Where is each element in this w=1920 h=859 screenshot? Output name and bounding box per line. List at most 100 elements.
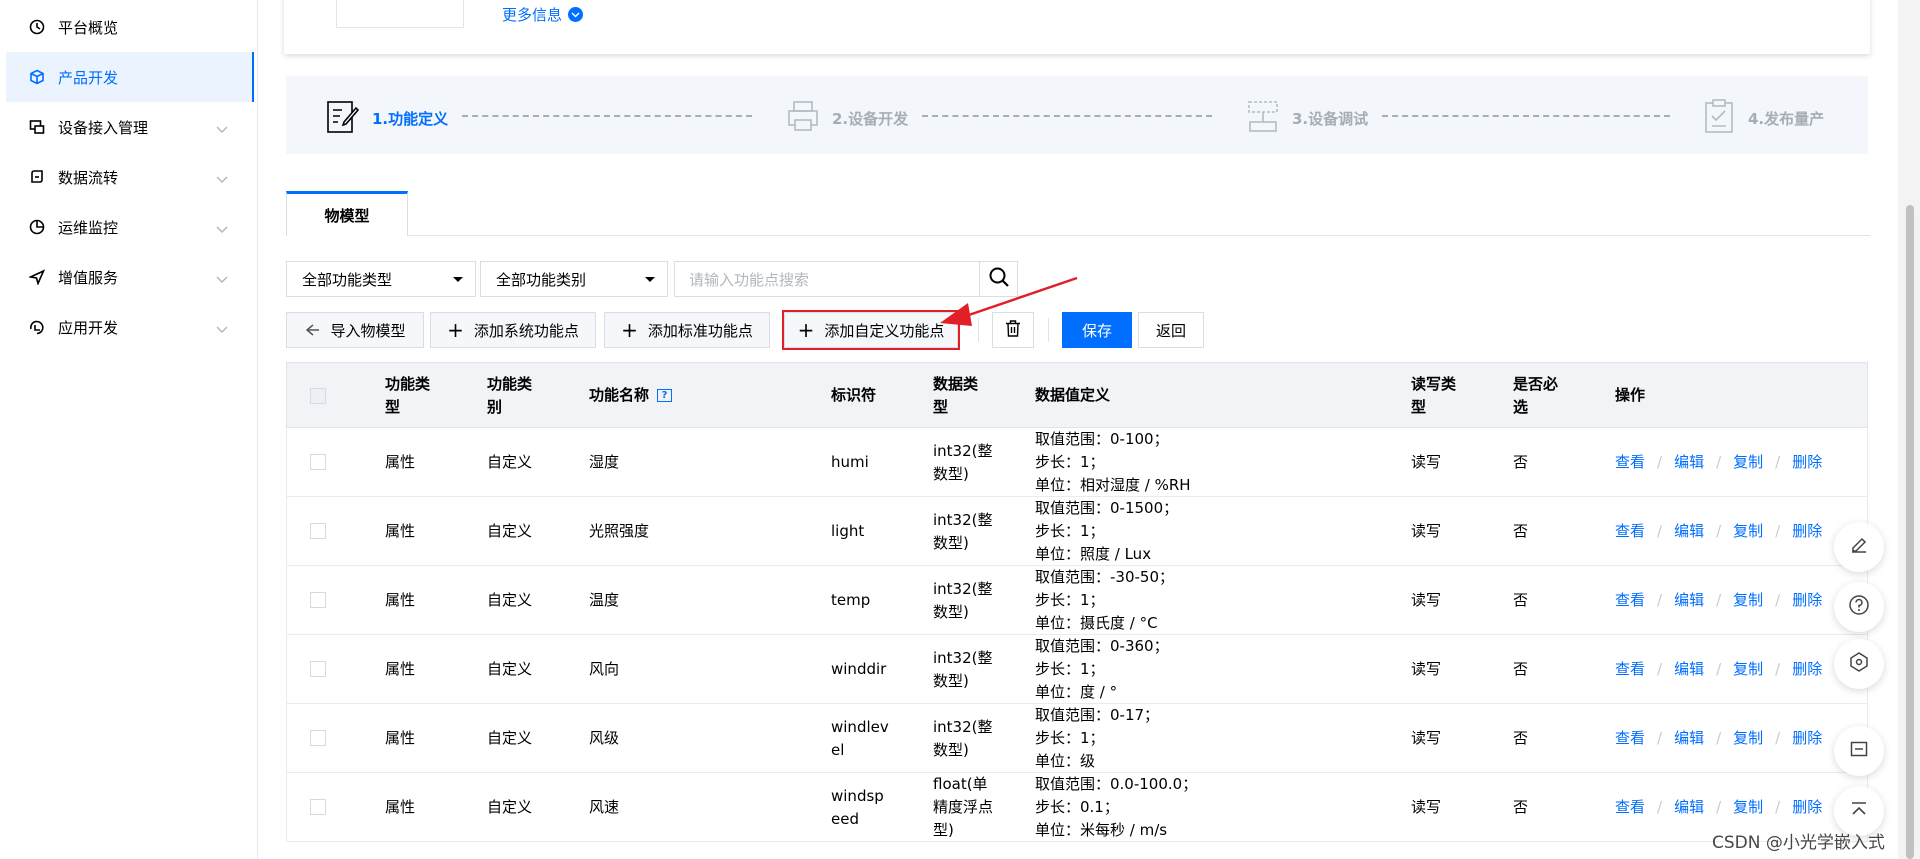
view-link[interactable]: 查看	[1615, 453, 1645, 471]
search-button[interactable]	[980, 261, 1018, 297]
select-value: 全部功能类型	[302, 270, 393, 289]
table-row: 属性 自定义 风速 windspeed float(单精度浮点型) 读写 否 取值范围：0.0…	[286, 773, 1868, 842]
row-checkbox[interactable]	[310, 799, 326, 815]
help-icon[interactable]: ?	[657, 389, 673, 402]
sidebar-item-device-access[interactable]: 设备接入管理	[6, 102, 254, 152]
sidebar-item-label: 应用开发	[58, 318, 119, 337]
action-separator: /	[1657, 453, 1663, 471]
delete-link[interactable]: 删除	[1792, 591, 1822, 609]
step-connector	[922, 115, 1212, 117]
delete-button[interactable]	[992, 312, 1034, 348]
sidebar-item-overview[interactable]: 平台概览	[6, 2, 254, 52]
data-def-range: 取值范围：-30-50；	[1035, 568, 1174, 586]
edit-link[interactable]: 编辑	[1674, 591, 1704, 609]
edit-link[interactable]: 编辑	[1674, 660, 1704, 678]
import-icon	[304, 322, 320, 338]
cell-actions: 查看 / 编辑 / 复制 / 删除	[1615, 520, 1822, 543]
floating-minimize-button[interactable]	[1834, 726, 1884, 776]
cell-rw-type: 读写	[1411, 798, 1442, 816]
step-device-dev[interactable]: 2.设备开发	[786, 98, 908, 138]
chevron-down-icon	[216, 220, 228, 238]
sidebar: 平台概览 产品开发 设备接入管理 数据流转 运维监控 增值服务 应用开发	[0, 0, 258, 859]
scan-icon	[1848, 651, 1870, 677]
printer-icon	[786, 98, 820, 138]
view-link[interactable]: 查看	[1615, 729, 1645, 747]
row-checkbox[interactable]	[310, 523, 326, 539]
row-checkbox[interactable]	[310, 454, 326, 470]
edit-link[interactable]: 编辑	[1674, 522, 1704, 540]
sidebar-item-product-dev[interactable]: 产品开发	[6, 52, 254, 102]
cell-data-def: 取值范围：0-17； 步长：1； 单位：级	[1035, 704, 1395, 773]
sidebar-item-value-added[interactable]: 增值服务	[6, 252, 254, 302]
function-type-select[interactable]: 全部功能类型	[286, 261, 476, 297]
sidebar-item-monitor[interactable]: 运维监控	[6, 202, 254, 252]
cell-rw-type: 读写	[1411, 591, 1442, 609]
data-def-range: 取值范围：0-1500；	[1035, 499, 1179, 517]
floating-scan-button[interactable]	[1834, 639, 1884, 689]
copy-link[interactable]: 复制	[1733, 522, 1763, 540]
delete-link[interactable]: 删除	[1792, 453, 1822, 471]
checklist-icon	[1702, 98, 1736, 138]
sidebar-item-app-dev[interactable]: 应用开发	[6, 302, 254, 352]
caret-down-icon	[645, 277, 655, 282]
step-connector	[462, 115, 752, 117]
plus-icon: +	[797, 318, 815, 342]
view-link[interactable]: 查看	[1615, 798, 1645, 816]
button-label: 添加系统功能点	[473, 321, 579, 340]
scrollbar-thumb[interactable]	[1906, 205, 1914, 859]
copy-link[interactable]: 复制	[1733, 453, 1763, 471]
button-label: 添加标准功能点	[647, 321, 753, 340]
select-all-checkbox[interactable]	[310, 388, 326, 404]
step-device-debug[interactable]: 3.设备调试	[1246, 98, 1368, 138]
watermark: CSDN @小光学嵌入式	[1712, 833, 1885, 853]
more-info-link[interactable]: 更多信息	[502, 4, 584, 25]
delete-link[interactable]: 删除	[1792, 729, 1822, 747]
floating-help-button[interactable]	[1834, 582, 1884, 632]
copy-link[interactable]: 复制	[1733, 729, 1763, 747]
button-label: 导入物模型	[330, 321, 406, 340]
import-model-button[interactable]: 导入物模型	[286, 312, 424, 348]
step-label: 1.功能定义	[372, 109, 449, 128]
row-checkbox[interactable]	[310, 730, 326, 746]
add-system-function-button[interactable]: + 添加系统功能点	[430, 312, 596, 348]
row-checkbox[interactable]	[310, 661, 326, 677]
delete-link[interactable]: 删除	[1792, 522, 1822, 540]
cell-rw-type: 读写	[1411, 660, 1442, 678]
add-standard-function-button[interactable]: + 添加标准功能点	[604, 312, 770, 348]
data-def-unit: 单位：摄氏度 / °C	[1035, 614, 1158, 632]
table-row: 属性 自定义 光照强度 light int32(整数型) 读写 否 取值范围：0-1500； 步…	[286, 497, 1868, 566]
minimize-icon	[1849, 739, 1869, 763]
function-category-select[interactable]: 全部功能类别	[480, 261, 668, 297]
cell-func-type: 属性	[385, 591, 416, 609]
edit-link[interactable]: 编辑	[1674, 453, 1704, 471]
view-link[interactable]: 查看	[1615, 591, 1645, 609]
edit-link[interactable]: 编辑	[1674, 798, 1704, 816]
view-link[interactable]: 查看	[1615, 660, 1645, 678]
row-checkbox[interactable]	[310, 592, 326, 608]
delete-link[interactable]: 删除	[1792, 660, 1822, 678]
cell-identifier: windlevel	[831, 718, 889, 759]
action-separator: /	[1716, 660, 1722, 678]
tab-thing-model[interactable]: 物模型	[286, 191, 408, 236]
edit-link[interactable]: 编辑	[1674, 729, 1704, 747]
back-button[interactable]: 返回	[1138, 312, 1204, 348]
copy-link[interactable]: 复制	[1733, 591, 1763, 609]
button-label: 保存	[1081, 321, 1112, 340]
floating-edit-button[interactable]	[1834, 522, 1884, 572]
step-progress: 1.功能定义 2.设备开发 3.设备调试 4.发布量产	[286, 76, 1868, 154]
send-icon	[28, 268, 46, 286]
copy-link[interactable]: 复制	[1733, 660, 1763, 678]
delete-link[interactable]: 删除	[1792, 798, 1822, 816]
save-button[interactable]: 保存	[1062, 312, 1132, 348]
header-func-name: 功能名称?	[589, 384, 769, 407]
step-function-define[interactable]: 1.功能定义	[326, 98, 448, 138]
search-input[interactable]: 请输入功能点搜索	[674, 261, 980, 297]
table-row: 属性 自定义 温度 temp int32(整数型) 读写 否 取值范围：-30-50； 步长：1…	[286, 566, 1868, 635]
cell-data-def: 取值范围：0-360； 步长：1； 单位：度 / °	[1035, 635, 1395, 704]
add-custom-function-button[interactable]: + 添加自定义功能点	[782, 310, 960, 350]
cell-func-name: 温度	[589, 591, 620, 609]
view-link[interactable]: 查看	[1615, 522, 1645, 540]
step-release[interactable]: 4.发布量产	[1702, 98, 1824, 138]
copy-link[interactable]: 复制	[1733, 798, 1763, 816]
sidebar-item-dataflow[interactable]: 数据流转	[6, 152, 254, 202]
